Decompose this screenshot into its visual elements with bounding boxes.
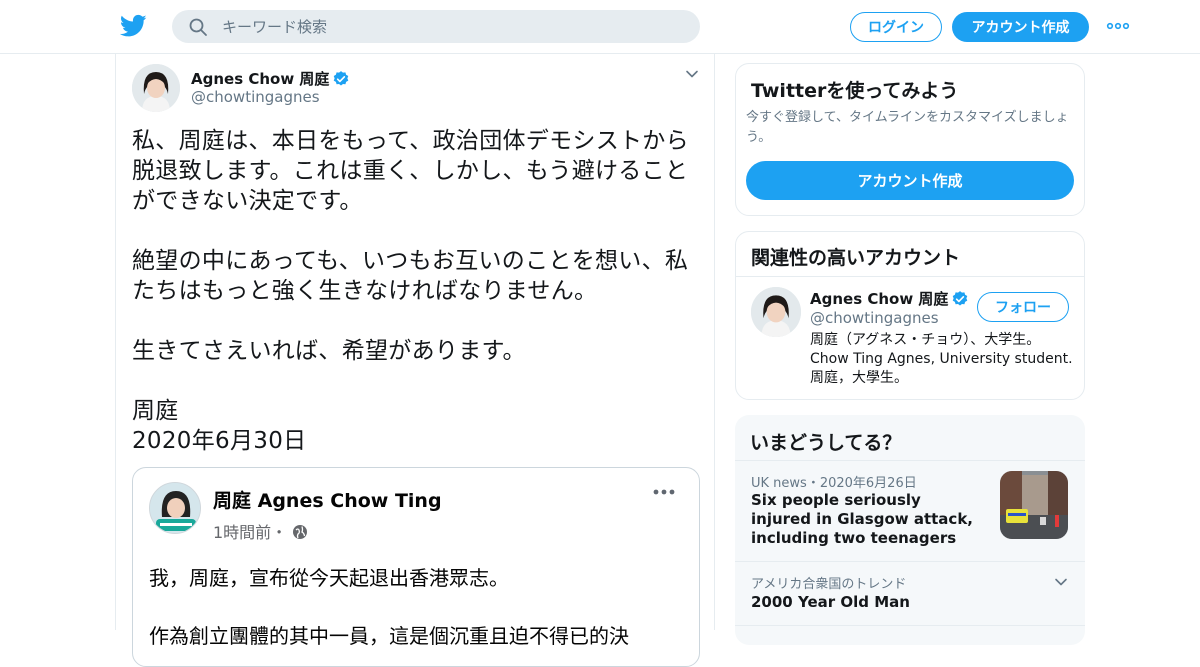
- top-navigation-bar: ログイン アカウント作成: [0, 0, 1200, 54]
- related-account-name-text[interactable]: Agnes Chow 周庭: [810, 290, 948, 308]
- embed-meta: 1時間前・: [213, 519, 308, 543]
- related-account-name[interactable]: Agnes Chow 周庭: [810, 288, 969, 309]
- signup-card-title: Twitterを使ってみよう: [751, 80, 959, 102]
- news-thumbnail: [1000, 471, 1068, 539]
- embed-time: 1時間前・: [213, 523, 288, 542]
- trends-card-title: いまどうしてる？: [750, 432, 902, 454]
- more-options-icon[interactable]: [1106, 16, 1130, 36]
- trend-meta: アメリカ合衆国のトレンド: [751, 577, 907, 592]
- create-account-button[interactable]: アカウント作成: [746, 161, 1074, 200]
- author-name[interactable]: Agnes Chow 周庭: [191, 68, 350, 89]
- chevron-down-icon[interactable]: [684, 66, 700, 82]
- related-account-handle[interactable]: @chowtingagnes: [810, 309, 939, 327]
- related-account-bio: 周庭（アグネス・チョウ）、大学生。 Chow Ting Agnes, Unive…: [810, 332, 1073, 386]
- divider: [736, 276, 1084, 277]
- follow-button[interactable]: フォロー: [977, 292, 1069, 322]
- search-box[interactable]: [172, 10, 700, 43]
- signup-card-description: 今すぐ登録して、タイムラインをカスタマイズしましょう。: [746, 110, 1069, 145]
- embed-avatar: [149, 482, 201, 534]
- trend-item-news[interactable]: UK news・2020年6月26日 Six people seriously …: [735, 461, 1085, 560]
- related-card-title: 関連性の高いアカウント: [751, 247, 961, 269]
- embed-text-line-1: 我，周庭，宣布從今天起退出香港眾志。: [149, 566, 509, 590]
- verified-badge-icon: [334, 71, 349, 86]
- embed-author-name: 周庭 Agnes Chow Ting: [213, 490, 442, 512]
- trend-headline: 2000 Year Old Man: [751, 593, 910, 611]
- news-photo-icon: [1000, 471, 1068, 539]
- divider: [735, 625, 1085, 626]
- related-accounts-card: 関連性の高いアカウント Agnes Chow 周庭 @chowtingagnes…: [735, 231, 1085, 400]
- chevron-down-icon[interactable]: [1053, 574, 1069, 590]
- related-account-avatar[interactable]: [751, 287, 801, 337]
- author-name-text[interactable]: Agnes Chow 周庭: [191, 70, 329, 88]
- trend-headline: Six people seriously injured in Glasgow …: [751, 491, 973, 547]
- author-handle[interactable]: @chowtingagnes: [191, 88, 320, 106]
- embed-avatar-icon: [150, 483, 200, 533]
- trend-meta: UK news・2020年6月26日: [751, 476, 917, 491]
- verified-badge-icon: [953, 291, 968, 306]
- trend-item-us[interactable]: アメリカ合衆国のトレンド 2000 Year Old Man: [735, 562, 1085, 625]
- signup-button[interactable]: アカウント作成: [952, 12, 1089, 42]
- twitter-bird-icon[interactable]: [120, 14, 147, 38]
- embed-text-line-2: 作為創立團體的其中一員，這是個沉重且迫不得已的決: [149, 624, 629, 648]
- embedded-facebook-post[interactable]: 周庭 Agnes Chow Ting 1時間前・ 我，周庭，宣布從今天起退出香港…: [132, 467, 700, 667]
- embed-more-icon[interactable]: [651, 482, 677, 502]
- avatar-portrait-icon: [132, 64, 180, 112]
- tweet-body-text: 私、周庭は、本日をもって、政治団体デモシストから 脱退致します。これは重く、しか…: [132, 128, 689, 454]
- login-button[interactable]: ログイン: [850, 12, 942, 42]
- author-avatar[interactable]: [132, 64, 180, 112]
- avatar-portrait-icon: [751, 287, 801, 337]
- signup-prompt-card: Twitterを使ってみよう 今すぐ登録して、タイムラインをカスタマイズしましょ…: [735, 63, 1085, 216]
- tweet-column: Agnes Chow 周庭 @chowtingagnes 私、周庭は、本日をもっ…: [115, 54, 715, 667]
- search-input[interactable]: [222, 10, 682, 43]
- search-icon: [189, 18, 207, 36]
- globe-icon: [293, 525, 308, 539]
- trends-card: いまどうしてる？ UK news・2020年6月26日 Six people s…: [735, 415, 1085, 645]
